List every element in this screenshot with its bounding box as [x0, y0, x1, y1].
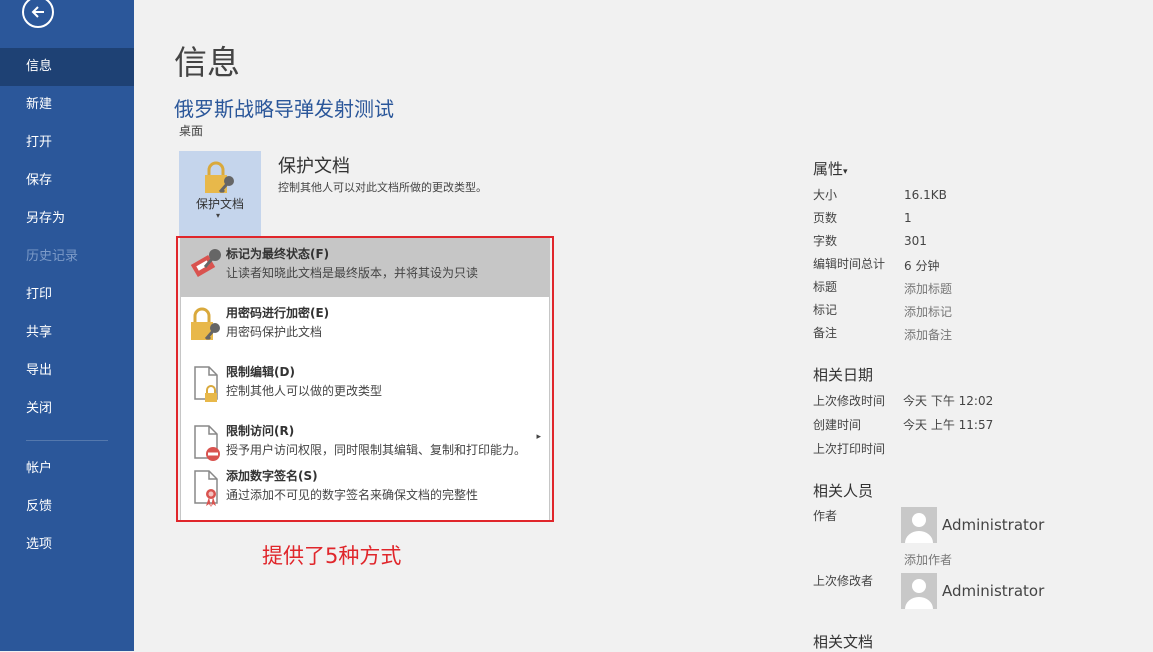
properties-heading-label: 属性: [813, 160, 844, 178]
document-title: 俄罗斯战略导弹发射测试: [174, 97, 394, 121]
protect-title: 保护文档: [278, 156, 350, 177]
menu-item-desc: 让读者知晓此文档是最终版本，并将其设为只读: [226, 266, 479, 280]
menu-mark-as-final[interactable]: 标记为最终状态(F) 让读者知晓此文档是最终版本，并将其设为只读: [181, 239, 549, 297]
page-ribbon-icon: [194, 470, 218, 507]
properties-heading[interactable]: 属性▾: [813, 158, 848, 179]
related-dates-heading: 相关日期: [813, 366, 874, 384]
protect-document-button[interactable]: 保护文档 ▾: [179, 151, 261, 237]
back-button[interactable]: [22, 0, 54, 28]
nav-save[interactable]: 保存: [0, 162, 134, 200]
nav-divider: [26, 440, 108, 441]
date-value: 今天 下午 12:02: [903, 394, 994, 408]
annotation-text: 提供了5种方式: [262, 544, 402, 568]
nav-share[interactable]: 共享: [0, 314, 134, 352]
protect-document-menu: 标记为最终状态(F) 让读者知晓此文档是最终版本，并将其设为只读 用密码进行加密…: [180, 238, 550, 521]
date-label: 创建时间: [813, 418, 862, 432]
date-label: 上次修改时间: [813, 394, 886, 408]
prop-label: 标记: [813, 303, 838, 317]
nav-close[interactable]: 关闭: [0, 390, 134, 428]
page-restrict-icon: [194, 425, 220, 461]
add-author-link[interactable]: 添加作者: [904, 551, 952, 568]
menu-item-title: 用密码进行加密(E): [226, 306, 330, 320]
nav-new[interactable]: 新建: [0, 86, 134, 124]
chevron-down-icon: ▾: [216, 211, 221, 220]
avatar: [901, 573, 937, 609]
modifier-name[interactable]: Administrator: [942, 582, 1044, 600]
chevron-right-icon: ▸: [536, 432, 541, 442]
lock-key-icon: [191, 307, 220, 341]
nav-save-as[interactable]: 另存为: [0, 200, 134, 238]
prop-label: 编辑时间总计: [813, 257, 886, 271]
backstage-sidebar: 信息 新建 打开 保存 另存为 历史记录 打印 共享 导出 关闭 帐户 反馈 选…: [0, 0, 134, 651]
protect-document-label: 保护文档: [195, 197, 244, 211]
prop-label: 标题: [813, 280, 838, 294]
modifier-label: 上次修改者: [813, 574, 874, 588]
menu-item-title: 标记为最终状态(F): [226, 247, 330, 261]
protect-description: 控制其他人可以对此文档所做的更改类型。: [278, 181, 487, 194]
date-value: 今天 上午 11:57: [903, 418, 994, 432]
prop-label: 大小: [813, 188, 838, 202]
document-location[interactable]: 桌面: [179, 122, 203, 139]
nav-history: 历史记录: [26, 249, 79, 264]
prop-label: 页数: [813, 211, 838, 225]
prop-value: 6 分钟: [904, 259, 940, 273]
nav-account[interactable]: 帐户: [0, 450, 134, 488]
nav-export[interactable]: 导出: [0, 352, 134, 390]
lock-key-icon: [205, 161, 234, 194]
author-name[interactable]: Administrator: [942, 516, 1044, 534]
prop-title-input[interactable]: 添加标题: [904, 280, 952, 297]
prop-comments-input[interactable]: 添加备注: [904, 326, 952, 343]
menu-item-desc: 通过添加不可见的数字签名来确保文档的完整性: [226, 488, 479, 502]
prop-label: 备注: [813, 326, 838, 340]
menu-add-digital-signature[interactable]: 添加数字签名(S) 通过添加不可见的数字签名来确保文档的完整性: [181, 461, 549, 519]
menu-item-desc: 授予用户访问权限，同时限制其编辑、复制和打印能力。: [226, 443, 527, 457]
avatar: [901, 507, 937, 543]
nav-feedback[interactable]: 反馈: [0, 488, 134, 526]
nav-open[interactable]: 打开: [0, 124, 134, 162]
menu-item-title: 限制访问(R): [226, 424, 295, 438]
nav-print[interactable]: 打印: [0, 276, 134, 314]
person-icon: [905, 579, 933, 609]
person-icon: [905, 513, 933, 543]
author-label: 作者: [813, 509, 838, 523]
nav-options[interactable]: 选项: [0, 526, 134, 564]
date-label: 上次打印时间: [813, 442, 886, 456]
pin-stamp-icon: [190, 249, 221, 278]
menu-restrict-editing[interactable]: 限制编辑(D) 控制其他人可以做的更改类型: [181, 357, 549, 415]
page-lock-icon: [194, 366, 218, 402]
chevron-down-icon: ▾: [843, 167, 848, 177]
nav-info[interactable]: 信息: [0, 48, 134, 86]
arrow-left-icon: [31, 6, 44, 18]
menu-item-desc: 控制其他人可以做的更改类型: [226, 384, 383, 398]
prop-value: 301: [904, 234, 927, 248]
page-title: 信息: [174, 43, 240, 82]
related-documents-heading: 相关文档: [813, 633, 874, 651]
prop-label: 字数: [813, 234, 838, 248]
menu-item-title: 限制编辑(D): [226, 365, 295, 379]
prop-value: 16.1KB: [904, 188, 947, 202]
menu-encrypt-password[interactable]: 用密码进行加密(E) 用密码保护此文档: [181, 298, 549, 356]
menu-item-title: 添加数字签名(S): [226, 469, 318, 483]
related-people-heading: 相关人员: [813, 482, 874, 500]
menu-item-desc: 用密码保护此文档: [226, 325, 323, 339]
prop-value: 1: [904, 211, 912, 225]
prop-tags-input[interactable]: 添加标记: [904, 303, 952, 320]
